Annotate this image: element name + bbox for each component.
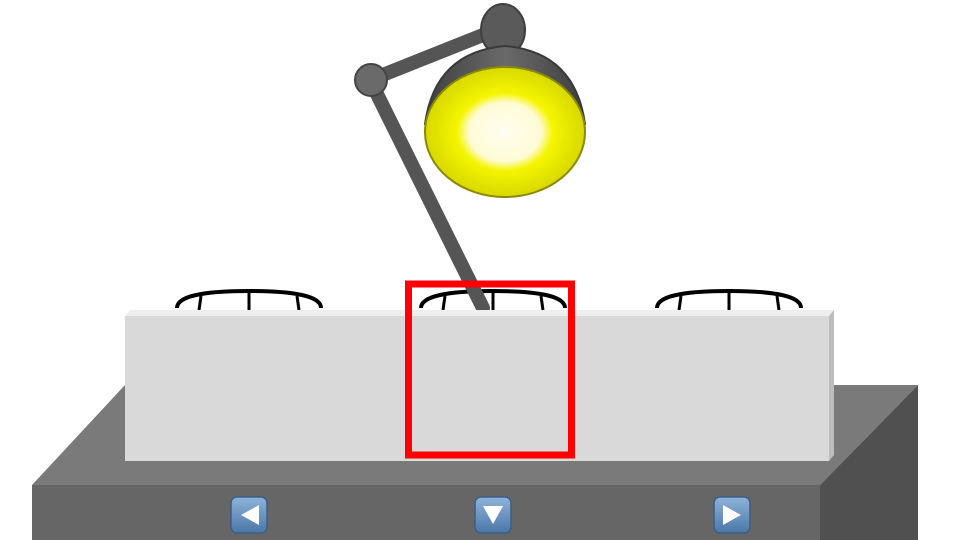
left-arrow-button[interactable] (230, 496, 268, 534)
cup-right[interactable] (655, 288, 803, 311)
game-scene (32, 3, 918, 540)
lamp-elbow-joint (354, 63, 388, 97)
desk-lamp (354, 3, 587, 315)
cover-screen (125, 310, 834, 461)
cover-screen-front (125, 316, 829, 461)
cover-screen-side (829, 310, 834, 461)
lamp-bulb (424, 66, 586, 198)
cover-screen-top (125, 310, 834, 316)
cup-middle[interactable] (419, 288, 567, 311)
right-arrow-button[interactable] (713, 496, 751, 534)
table-front (32, 485, 820, 540)
cup-left[interactable] (175, 288, 323, 311)
down-arrow-button[interactable] (474, 496, 512, 534)
